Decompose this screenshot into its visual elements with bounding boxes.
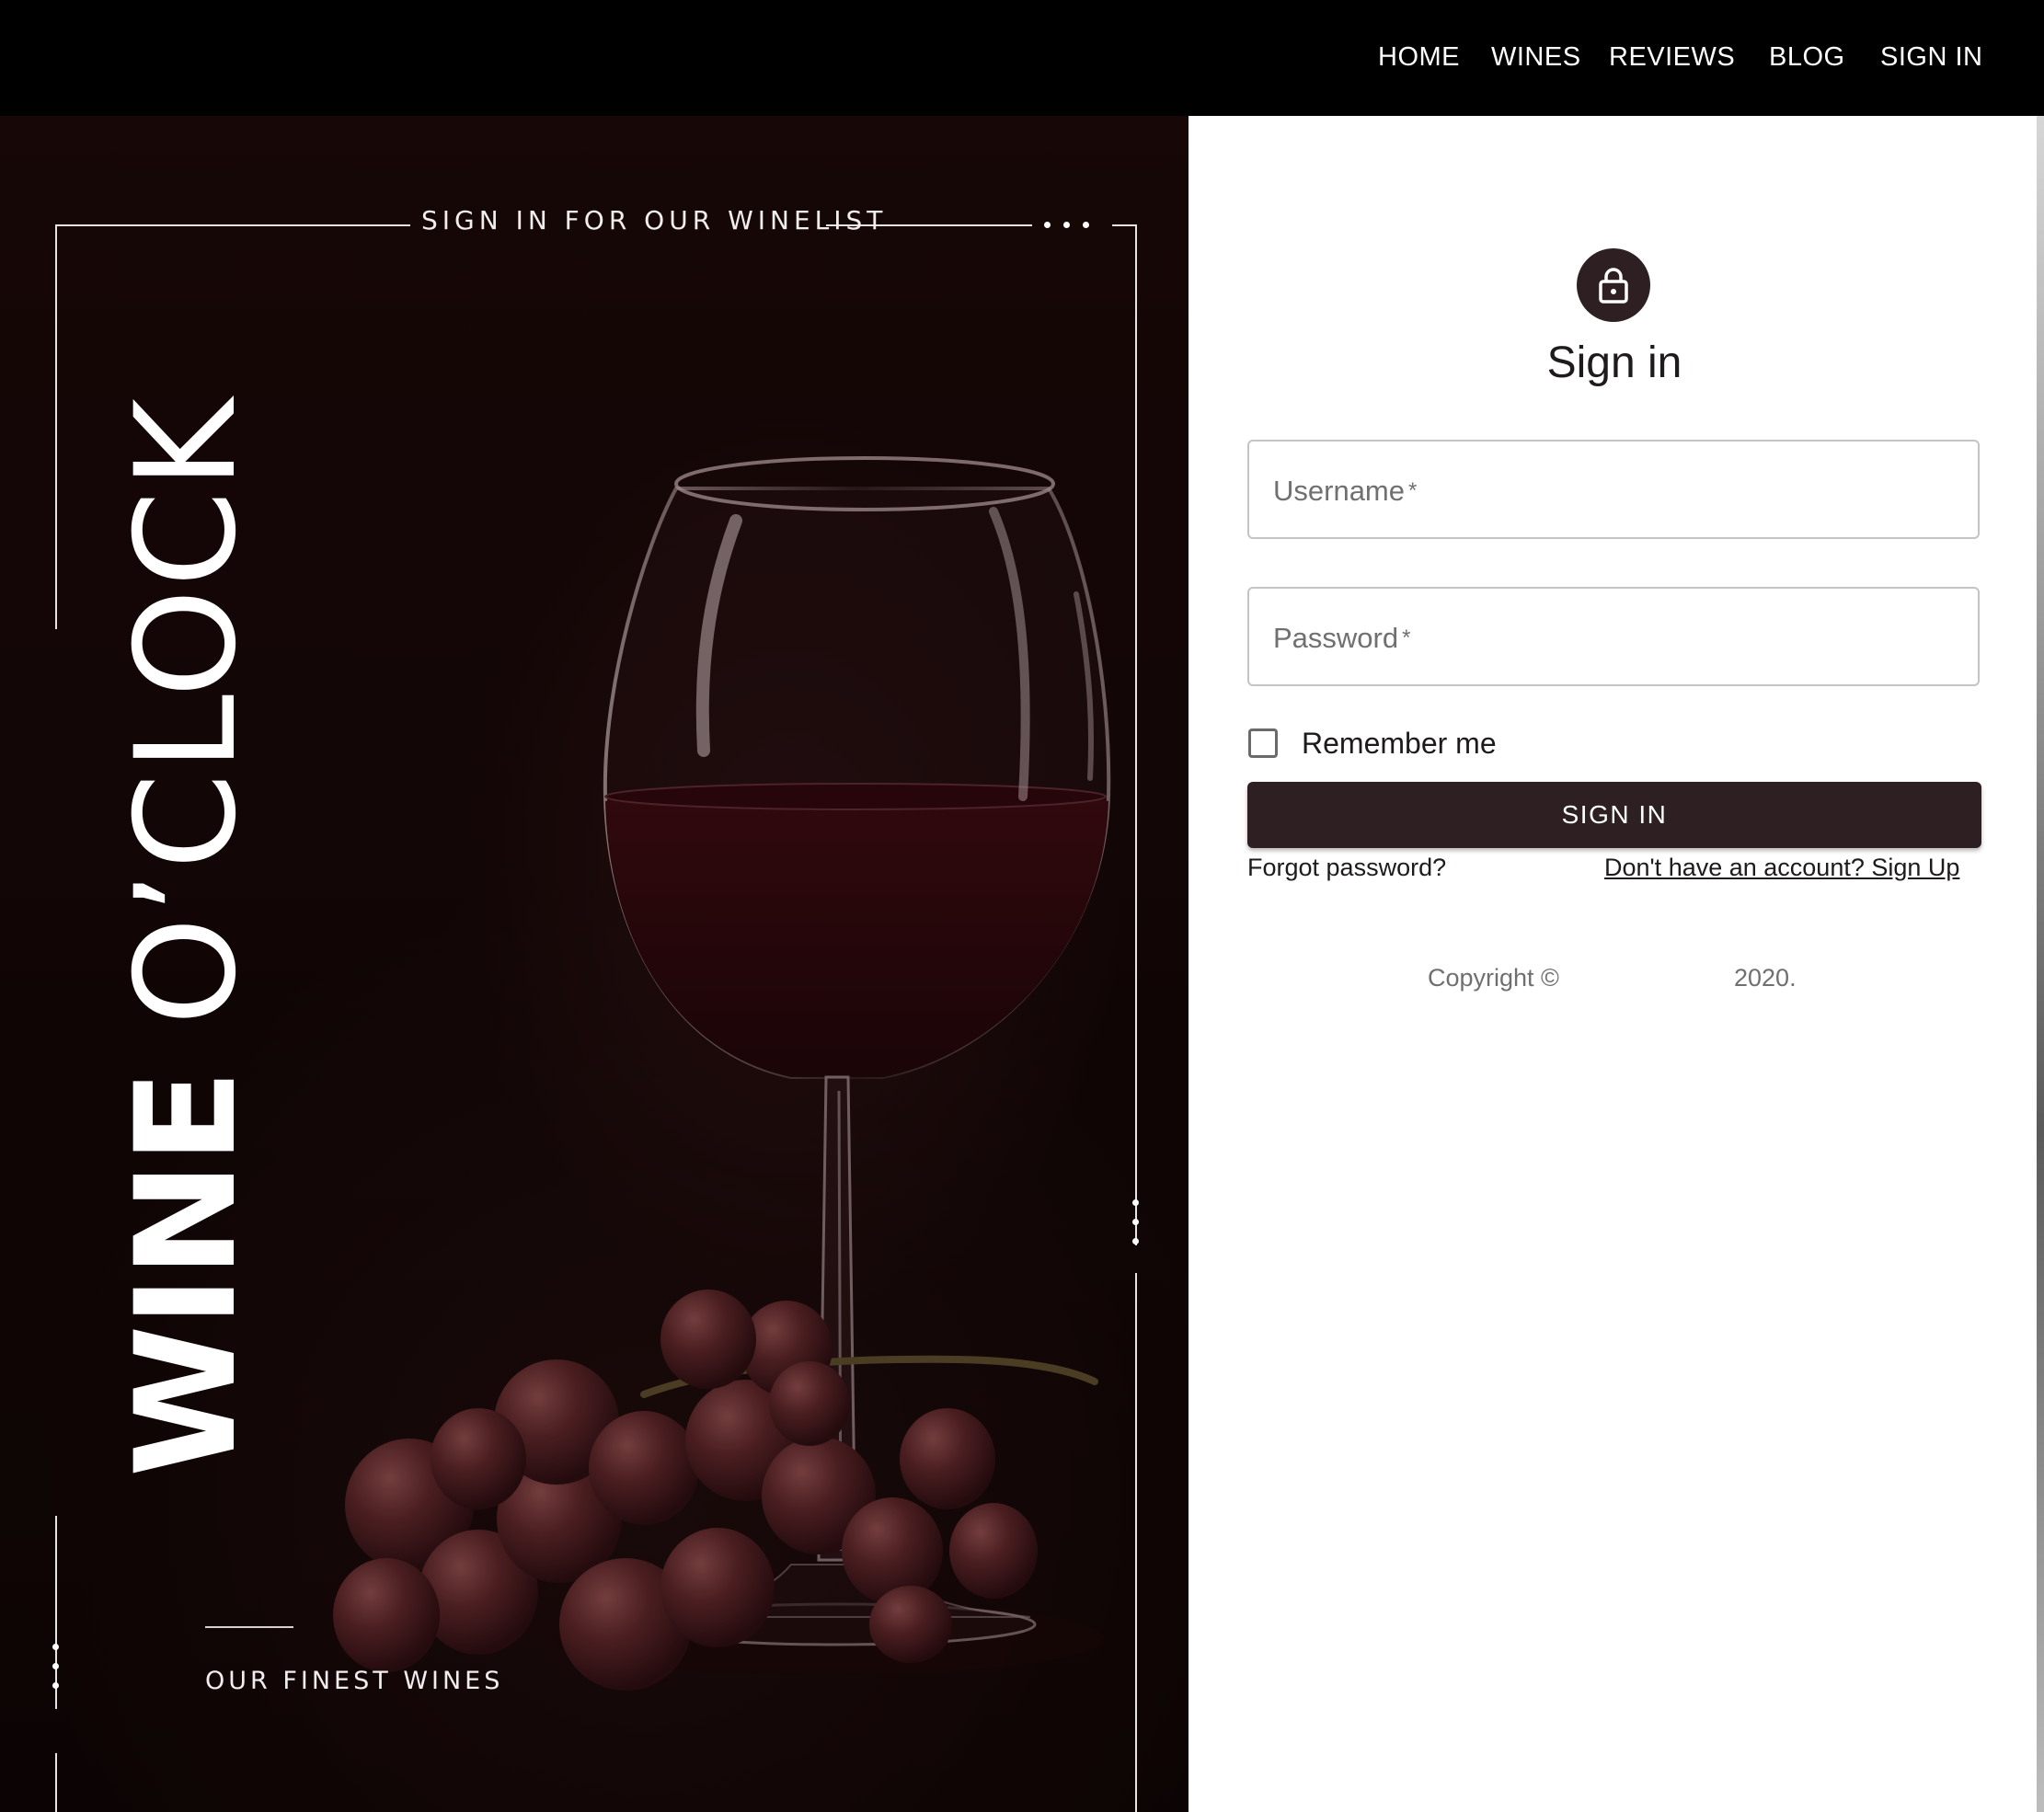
frame-top-right-corner-line <box>1112 224 1136 226</box>
password-input[interactable] <box>1249 589 1978 684</box>
frame-dots-right <box>1132 1199 1139 1244</box>
frame-right-lower-line <box>1135 1273 1137 1812</box>
remember-me-control[interactable]: Remember me <box>1248 726 1497 761</box>
password-field[interactable]: Password * <box>1247 587 1980 686</box>
nav-reviews-link[interactable]: REVIEWS <box>1609 40 1735 74</box>
signin-submit-button[interactable]: SIGN IN <box>1247 782 1981 848</box>
signin-title: Sign in <box>1546 338 1682 387</box>
frame-top-left-line <box>55 224 410 226</box>
lock-avatar <box>1577 248 1650 322</box>
nav-wines-link[interactable]: WINES <box>1491 40 1581 74</box>
remember-me-checkbox[interactable] <box>1248 728 1278 758</box>
frame-left-bottom-line <box>55 1753 57 1812</box>
brand-title-light: O’CLOCK <box>107 396 267 1026</box>
username-field[interactable]: Username * <box>1247 440 1980 539</box>
frame-dots-left <box>52 1644 59 1689</box>
username-input[interactable] <box>1249 442 1978 537</box>
frame-left-upper-line <box>55 224 57 629</box>
brand-title-bold: WINE <box>107 1071 267 1477</box>
frame-dots-top <box>1044 222 1089 228</box>
lock-icon <box>1599 268 1628 304</box>
nav-blog-link[interactable]: BLOG <box>1769 40 1845 74</box>
nav-home-link[interactable]: HOME <box>1378 40 1460 74</box>
copyright-year: 2020. <box>1734 964 1797 992</box>
frame-right-upper-line <box>1135 224 1137 1245</box>
nav-signin-link[interactable]: SIGN IN <box>1880 40 1982 74</box>
copyright-text: Copyright © <box>1428 964 1559 992</box>
top-nav-bar: HOME WINES REVIEWS BLOG SIGN IN <box>0 0 2044 116</box>
remember-me-label: Remember me <box>1302 727 1497 760</box>
forgot-password-link[interactable]: Forgot password? <box>1247 851 1446 884</box>
window-edge-strip <box>2037 116 2044 1812</box>
brand-vertical-title: WINE O’CLOCK <box>107 396 267 1477</box>
hero-caption: SIGN IN FOR OUR WINELIST <box>421 205 888 235</box>
hero-image-panel: SIGN IN FOR OUR WINELIST WINE O’CLOCK OU… <box>0 116 1189 1812</box>
signup-link[interactable]: Don't have an account? Sign Up <box>1604 851 1959 884</box>
hero-subtitle: OUR FINEST WINES <box>205 1667 504 1695</box>
subtitle-rule <box>205 1626 293 1628</box>
